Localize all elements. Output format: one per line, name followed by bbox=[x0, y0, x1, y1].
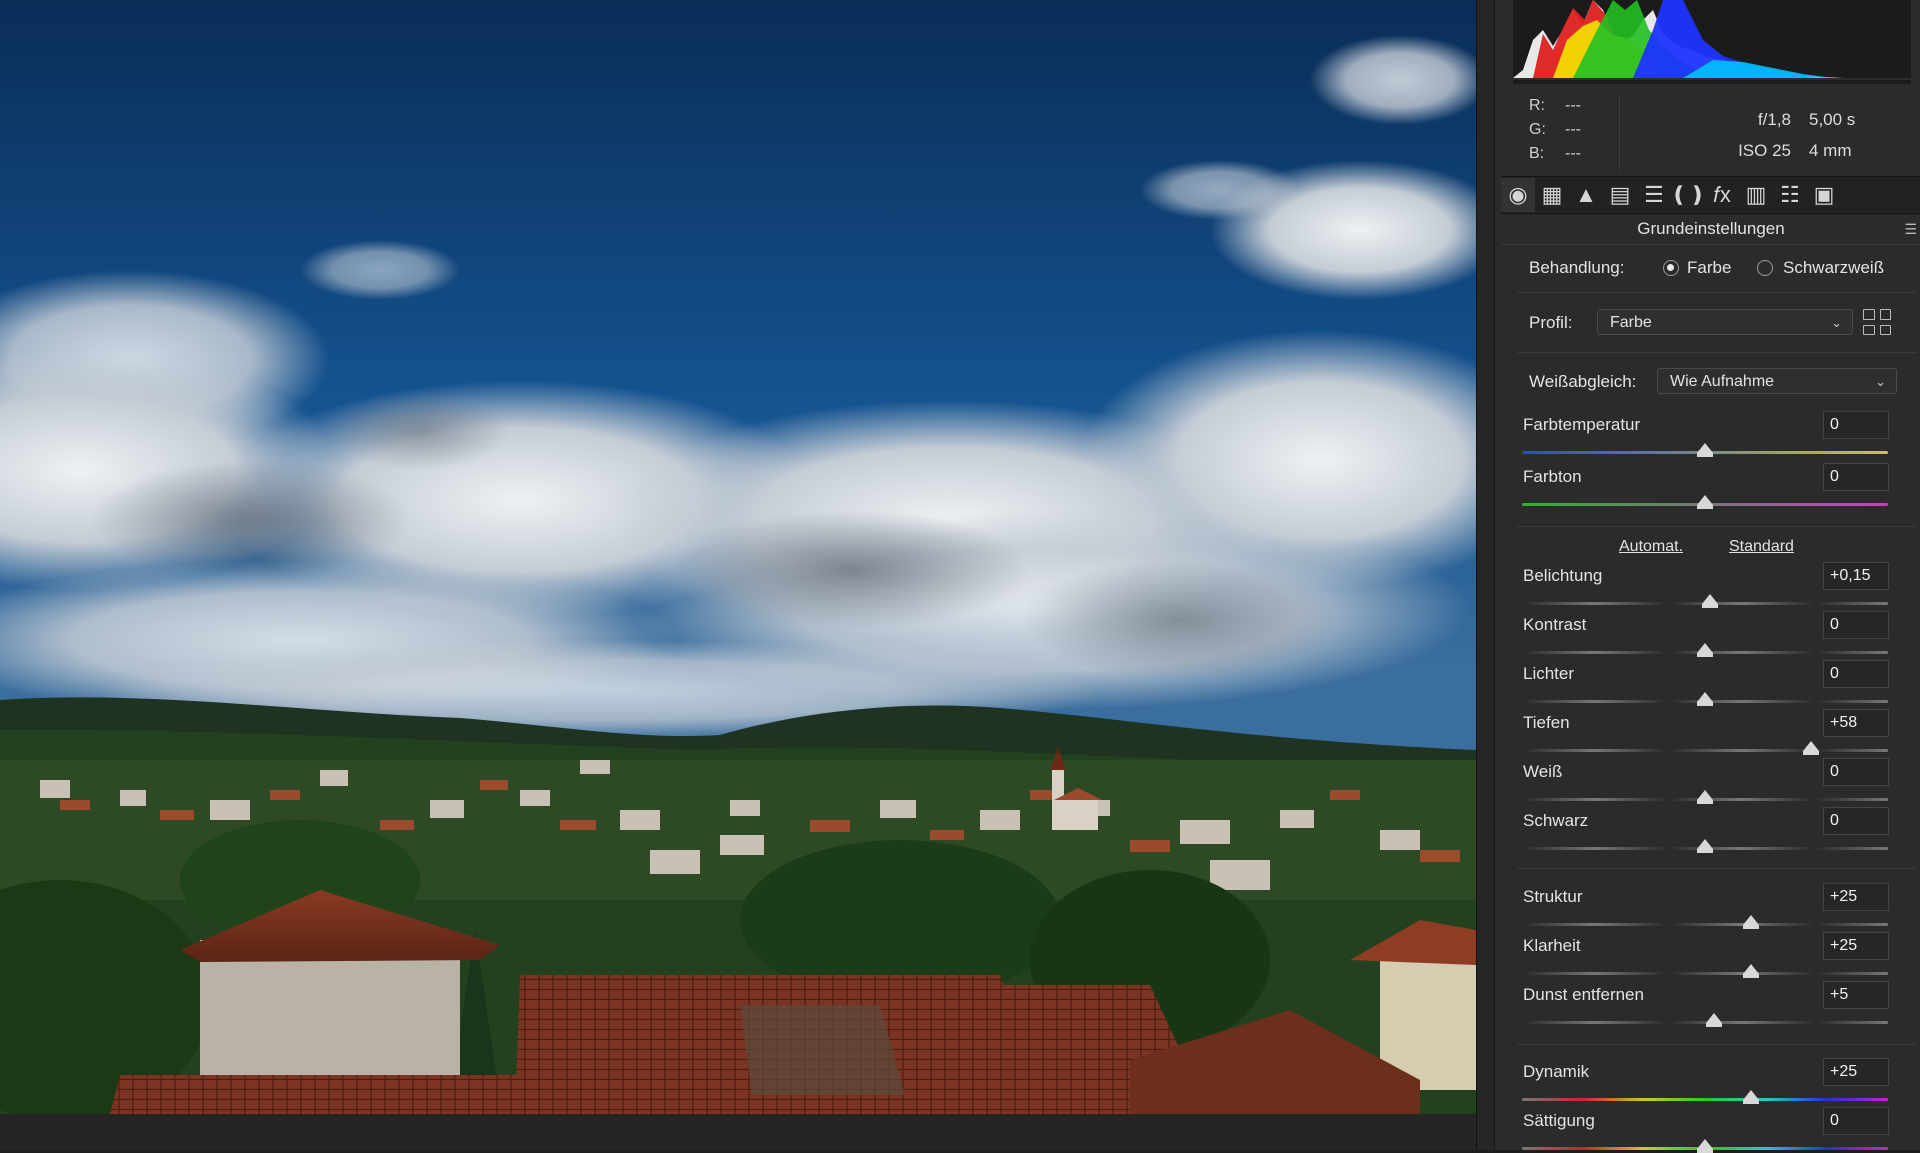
slider-value-field[interactable]: 0 bbox=[1823, 1107, 1889, 1135]
slider-value-field[interactable]: +0,15 bbox=[1823, 562, 1889, 590]
presets-icon[interactable]: ☷ bbox=[1773, 178, 1807, 212]
profile-select[interactable]: Farbe ⌄ bbox=[1597, 309, 1853, 335]
slider-label: Farbton bbox=[1523, 467, 1582, 486]
treatment-color-label[interactable]: Farbe bbox=[1687, 258, 1731, 278]
exif-info: f/1,8 5,00 s ISO 25 4 mm bbox=[1655, 104, 1885, 166]
snapshots-icon[interactable]: ▣ bbox=[1807, 178, 1841, 212]
divider bbox=[1517, 868, 1917, 869]
slider-value-field[interactable]: 0 bbox=[1823, 758, 1889, 786]
divider bbox=[1517, 526, 1917, 527]
slider-value-field[interactable]: 0 bbox=[1823, 411, 1889, 439]
slider-track[interactable] bbox=[1522, 749, 1888, 752]
default-button[interactable]: Standard bbox=[1729, 538, 1794, 556]
shutter-value: 5,00 s bbox=[1809, 110, 1856, 129]
slider-label: Struktur bbox=[1523, 887, 1583, 906]
camera-calibration-icon[interactable]: ▥ bbox=[1739, 178, 1773, 212]
slider-track[interactable] bbox=[1522, 1098, 1888, 1101]
adjustments-panel: R: --- G: --- B: --- f/1,8 5,00 s ISO 25 4 mm… bbox=[1494, 0, 1920, 1153]
auto-button[interactable]: Automat. bbox=[1619, 538, 1683, 556]
white-balance-value: Wie Aufnahme bbox=[1670, 373, 1775, 390]
slider-thumb[interactable] bbox=[1697, 692, 1713, 706]
slider-label: Belichtung bbox=[1523, 566, 1603, 585]
slider-track[interactable] bbox=[1522, 1021, 1888, 1024]
divider bbox=[1517, 1044, 1917, 1045]
photo-preview[interactable] bbox=[0, 0, 1476, 1114]
slider-thumb[interactable] bbox=[1702, 594, 1719, 608]
profile-browser-icon[interactable] bbox=[1863, 309, 1891, 335]
chevron-down-icon: ⌄ bbox=[1875, 374, 1886, 389]
profile-value: Farbe bbox=[1610, 314, 1652, 331]
slider-thumb[interactable] bbox=[1803, 741, 1820, 755]
slider-thumb[interactable] bbox=[1697, 790, 1713, 804]
slider-value-field[interactable]: +25 bbox=[1823, 932, 1889, 960]
slider-value-field[interactable]: 0 bbox=[1823, 807, 1889, 835]
slider-value-field[interactable]: 0 bbox=[1823, 660, 1889, 688]
treatment-bw-label[interactable]: Schwarzweiß bbox=[1783, 258, 1884, 278]
slider-label: Dunst entfernen bbox=[1523, 985, 1644, 1004]
split-tone-icon[interactable]: ☰ bbox=[1637, 178, 1671, 212]
divider bbox=[1517, 352, 1917, 353]
g-label: G: bbox=[1529, 121, 1546, 138]
slider-track[interactable] bbox=[1522, 972, 1888, 975]
slider-value-field[interactable]: 0 bbox=[1823, 611, 1889, 639]
hsl-icon[interactable]: ▤ bbox=[1603, 178, 1637, 212]
white-balance-label: Weißabgleich: bbox=[1529, 372, 1637, 391]
rgb-readout: R: --- G: --- B: --- bbox=[1529, 94, 1581, 166]
slider-thumb[interactable] bbox=[1697, 443, 1713, 457]
r-label: R: bbox=[1529, 97, 1545, 114]
panel-menu-icon[interactable]: ☰ bbox=[1904, 221, 1917, 238]
slider-label: Kontrast bbox=[1523, 615, 1587, 634]
lens-icon[interactable]: ❪❫ bbox=[1670, 178, 1707, 212]
grid-curve-icon[interactable]: ▦ bbox=[1535, 178, 1569, 212]
slider-thumb[interactable] bbox=[1697, 839, 1713, 853]
slider-thumb[interactable] bbox=[1742, 915, 1759, 929]
slider-value-field[interactable]: +25 bbox=[1823, 1058, 1889, 1086]
slider-thumb[interactable] bbox=[1706, 1013, 1723, 1027]
slider-label: Tiefen bbox=[1523, 713, 1570, 732]
b-value: --- bbox=[1565, 145, 1581, 162]
slider-value-field[interactable]: +5 bbox=[1823, 981, 1889, 1009]
slider-label: Klarheit bbox=[1523, 936, 1581, 955]
mountain-detail-icon[interactable]: ▲ bbox=[1569, 178, 1603, 212]
slider-value-field[interactable]: +58 bbox=[1823, 709, 1889, 737]
slider-label: Sättigung bbox=[1523, 1111, 1595, 1130]
slider-value-field[interactable]: +25 bbox=[1823, 883, 1889, 911]
filmstrip-bar bbox=[0, 1114, 1476, 1150]
fx-icon[interactable]: 𝑓x bbox=[1705, 178, 1739, 212]
slider-thumb[interactable] bbox=[1697, 643, 1713, 657]
slider-thumb[interactable] bbox=[1697, 495, 1713, 509]
slider-label: Schwarz bbox=[1523, 811, 1589, 830]
slider-label: Lichter bbox=[1523, 664, 1575, 683]
white-balance-select[interactable]: Wie Aufnahme ⌄ bbox=[1657, 368, 1897, 394]
chevron-down-icon: ⌄ bbox=[1831, 315, 1842, 330]
treatment-color-radio[interactable] bbox=[1663, 260, 1679, 276]
histogram bbox=[1513, 0, 1911, 84]
b-label: B: bbox=[1529, 145, 1545, 162]
section-title: Grundeinstellungen bbox=[1501, 214, 1920, 245]
focal-length-value: 4 mm bbox=[1809, 141, 1852, 160]
slider-thumb[interactable] bbox=[1742, 964, 1759, 978]
slider-thumb[interactable] bbox=[1697, 1139, 1713, 1153]
aperture-value: f/1,8 bbox=[1757, 110, 1791, 129]
aperture-icon[interactable]: ◉ bbox=[1501, 178, 1535, 212]
slider-thumb[interactable] bbox=[1742, 1090, 1759, 1104]
slider-label: Weiß bbox=[1523, 762, 1563, 781]
treatment-label: Behandlung: bbox=[1529, 258, 1625, 277]
treatment-bw-radio[interactable] bbox=[1757, 260, 1773, 276]
landscape-photo bbox=[0, 0, 1476, 1114]
profile-label: Profil: bbox=[1529, 313, 1573, 332]
panel-divider[interactable] bbox=[1476, 0, 1495, 1150]
iso-value: ISO 25 bbox=[1738, 141, 1791, 160]
slider-label: Dynamik bbox=[1523, 1062, 1590, 1081]
slider-value-field[interactable]: 0 bbox=[1823, 463, 1889, 491]
slider-label: Farbtemperatur bbox=[1523, 415, 1641, 434]
slider-track[interactable] bbox=[1522, 923, 1888, 926]
g-value: --- bbox=[1565, 121, 1581, 138]
panel-tabs-toolbar: ◉ ▦ ▲ ▤ ☰ ❪❫ 𝑓x ▥ ☷ ▣ bbox=[1501, 176, 1920, 214]
r-value: --- bbox=[1565, 97, 1581, 114]
divider bbox=[1517, 292, 1917, 293]
readout-separator bbox=[1619, 96, 1620, 170]
